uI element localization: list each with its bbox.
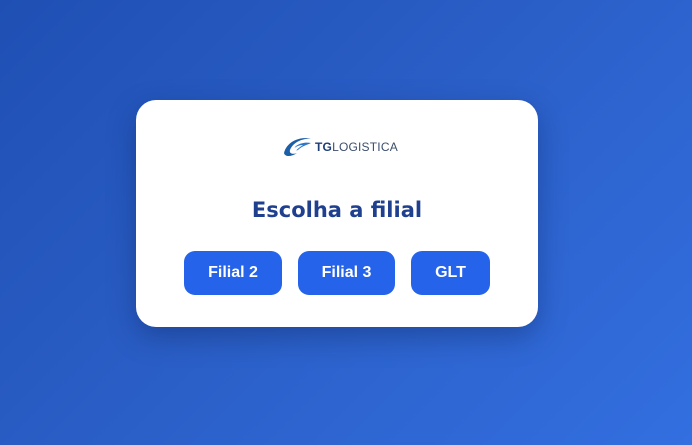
tg-logistica-swoosh-icon [284,138,311,156]
branch-buttons: Filial 2 Filial 3 GLT [184,251,490,295]
branch-selector-card: TG LOGISTICA Escolha a filial Filial 2 Fi… [136,100,538,327]
company-logo: TG LOGISTICA [281,133,398,159]
glt-button[interactable]: GLT [411,251,490,295]
filial-2-button[interactable]: Filial 2 [184,251,282,295]
page-title: Escolha a filial [251,198,423,222]
logo-wordmark-light: LOGISTICA [332,140,398,154]
filial-3-button[interactable]: Filial 3 [298,251,395,295]
logo-wordmark-bold: TG [315,140,333,154]
logo-wordmark: TG LOGISTICA [315,141,398,153]
